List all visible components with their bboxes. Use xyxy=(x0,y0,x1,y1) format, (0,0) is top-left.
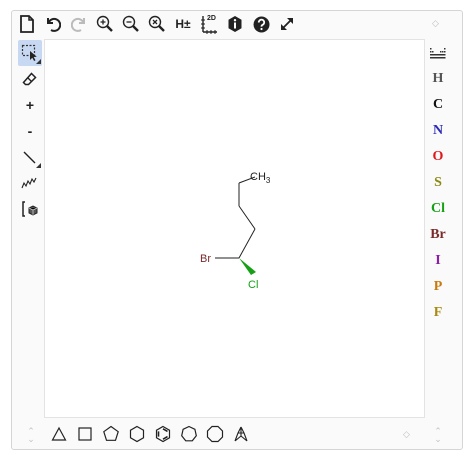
bottom-right-scroll-arrows[interactable]: ⌃ ⌄ xyxy=(433,427,443,444)
fullscreen-icon xyxy=(281,18,293,30)
fullscreen-button[interactable] xyxy=(274,12,300,36)
chain-icon xyxy=(21,177,37,189)
benzene-icon xyxy=(155,425,171,443)
chain-tool-button[interactable] xyxy=(18,170,42,196)
ring-templates-toolbar xyxy=(46,423,254,445)
ring-benzene-button[interactable] xyxy=(150,423,176,445)
octagon-icon xyxy=(206,425,224,443)
hydrogen-toggle-button[interactable]: H± xyxy=(170,12,196,36)
zoom-out-icon xyxy=(122,15,139,32)
molecule-drawing: CH3 Br Cl xyxy=(200,171,271,291)
atom-label-ch3: CH3 xyxy=(250,171,271,185)
atom-button-br[interactable]: Br xyxy=(426,222,450,248)
bottom-scroll-arrows[interactable]: ◇ xyxy=(403,429,412,440)
template-tool-button[interactable] xyxy=(18,196,42,222)
plus-icon: + xyxy=(25,97,35,113)
submenu-indicator-icon xyxy=(36,59,41,64)
eraser-icon xyxy=(22,72,37,86)
ring-heptagon-button[interactable] xyxy=(176,423,202,445)
atom-button-o[interactable]: O xyxy=(426,144,450,170)
ring-octagon-button[interactable] xyxy=(202,423,228,445)
help-icon xyxy=(253,16,269,32)
redo-icon xyxy=(71,17,85,32)
atom-button-s[interactable]: S xyxy=(426,170,450,196)
clean-2d-label: 2D xyxy=(207,15,216,22)
ring-bicyclic-button[interactable] xyxy=(228,423,254,445)
heptagon-icon xyxy=(181,425,197,442)
minus-icon: - xyxy=(27,123,33,139)
bond xyxy=(238,205,256,230)
atom-label-cl: Cl xyxy=(248,279,258,291)
atom-button-cl[interactable]: Cl xyxy=(426,196,450,222)
atom-button-p[interactable]: P xyxy=(426,274,450,300)
ring-hexagon-button[interactable] xyxy=(124,423,150,445)
atom-label-br: Br xyxy=(200,253,211,265)
undo-icon xyxy=(47,17,61,32)
bond xyxy=(238,228,256,259)
zoom-in-icon xyxy=(96,15,113,32)
periodic-table-button[interactable] xyxy=(426,40,450,66)
clean-2d-icon: 2D xyxy=(199,14,219,34)
charge-plus-button[interactable]: + xyxy=(18,92,42,118)
left-toolbar: + - xyxy=(17,40,43,222)
charge-minus-button[interactable]: - xyxy=(18,118,42,144)
atom-button-n[interactable]: N xyxy=(426,118,450,144)
ring-square-button[interactable] xyxy=(72,423,98,445)
periodic-table-icon xyxy=(430,48,446,59)
atom-button-c[interactable]: C xyxy=(426,92,450,118)
hydrogen-toggle-icon: H± xyxy=(175,17,191,31)
atom-button-f[interactable]: F xyxy=(426,300,450,326)
template-icon xyxy=(22,201,38,217)
info-icon xyxy=(228,16,242,32)
zoom-out-button[interactable] xyxy=(118,12,144,36)
clean-2d-button[interactable]: 2D xyxy=(196,12,222,36)
bicyclic-icon xyxy=(234,426,248,442)
atom-button-h[interactable]: H xyxy=(426,66,450,92)
right-toolbar: H C N O S Cl Br I P F xyxy=(426,40,450,326)
bottom-left-scroll-arrows[interactable]: ⌃ ⌄ xyxy=(26,427,36,444)
submenu-indicator-icon xyxy=(36,163,41,168)
ring-pentagon-button[interactable] xyxy=(98,423,124,445)
zoom-reset-icon xyxy=(148,15,165,32)
help-button[interactable] xyxy=(248,12,274,36)
new-document-button[interactable] xyxy=(14,12,40,36)
redo-button[interactable] xyxy=(66,12,92,36)
hexagon-icon xyxy=(129,425,145,443)
eraser-tool-button[interactable] xyxy=(18,66,42,92)
bond-tool-button[interactable] xyxy=(18,144,42,170)
ring-triangle-button[interactable] xyxy=(46,423,72,445)
drawing-canvas[interactable]: CH3 Br Cl xyxy=(44,39,425,418)
wedge-bond xyxy=(239,258,256,275)
triangle-icon xyxy=(51,426,67,441)
zoom-reset-button[interactable] xyxy=(144,12,170,36)
atom-button-i[interactable]: I xyxy=(426,248,450,274)
info-button[interactable] xyxy=(222,12,248,36)
undo-button[interactable] xyxy=(40,12,66,36)
square-icon xyxy=(78,427,92,441)
zoom-in-button[interactable] xyxy=(92,12,118,36)
select-tool-button[interactable] xyxy=(18,40,42,66)
top-toolbar: H± 2D xyxy=(14,12,300,36)
top-scroll-arrows[interactable]: ◇ xyxy=(432,18,441,29)
pentagon-icon xyxy=(103,425,119,441)
document-icon xyxy=(20,15,34,33)
